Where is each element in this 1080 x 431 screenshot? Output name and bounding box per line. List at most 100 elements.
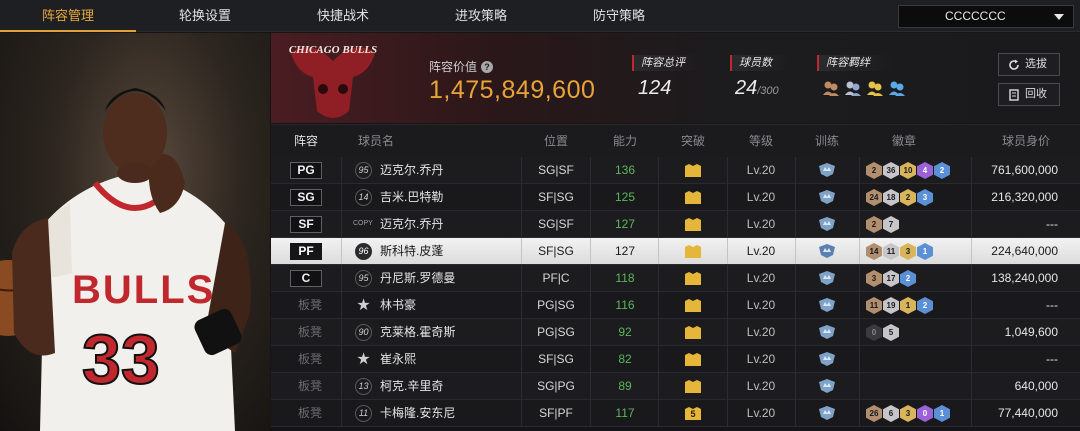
badge-icon[interactable]: 6 — [883, 405, 899, 422]
badge-icon[interactable]: 11 — [883, 243, 899, 260]
training-icon[interactable] — [818, 325, 836, 339]
badge-icon[interactable]: 1 — [917, 243, 933, 260]
badge-icon[interactable]: 2 — [900, 270, 916, 287]
badge-icon[interactable]: 19 — [883, 297, 899, 314]
badge-icon[interactable]: 4 — [917, 162, 933, 179]
training-icon[interactable] — [818, 190, 836, 204]
badge-icon[interactable]: 1 — [900, 297, 916, 314]
col-training[interactable]: 训练 — [795, 125, 859, 158]
col-position[interactable]: 位置 — [521, 125, 591, 158]
breakthrough-crown-icon[interactable] — [685, 164, 701, 177]
overall-value: 124 — [638, 77, 672, 99]
training-icon[interactable] — [818, 352, 836, 366]
table-row[interactable]: 板凳 ★ 林书豪 PG|SG 116 Lv.20 11 19 1 2 --- — [271, 292, 1080, 319]
table-row[interactable]: PF 96 斯科特.皮蓬 SF|SG 127 Lv.20 14 11 3 1 224,640,000 — [271, 238, 1080, 265]
table-row[interactable]: PG 95 迈克尔.乔丹 SG|SF 136 Lv.20 2 36 10 4 2 761,600,00… — [271, 157, 1080, 184]
training-icon[interactable] — [818, 217, 836, 231]
training-icon[interactable] — [818, 298, 836, 312]
bond-icon-blue[interactable] — [888, 79, 906, 97]
badge-icon[interactable]: 14 — [866, 243, 882, 260]
breakthrough-crown-icon[interactable] — [685, 353, 701, 366]
badge-icon[interactable]: 2 — [900, 189, 916, 206]
tab-rotation[interactable]: 轮换设置 — [136, 0, 274, 32]
badge-icon[interactable]: 2 — [866, 162, 882, 179]
tab-quick-tactics[interactable]: 快捷战术 — [274, 0, 412, 32]
player-name[interactable]: 迈克尔.乔丹 — [380, 211, 443, 237]
breakthrough-crown-icon[interactable]: 5 — [685, 407, 701, 420]
badge-icon[interactable]: 5 — [883, 324, 899, 341]
breakthrough-crown-icon[interactable] — [685, 191, 701, 204]
breakthrough-crown-icon[interactable] — [685, 218, 701, 231]
badge-icon[interactable]: 2 — [866, 216, 882, 233]
badge-icon[interactable]: 3 — [917, 189, 933, 206]
table-row[interactable]: SG 14 吉米.巴特勒 SF|SG 125 Lv.20 24 18 2 3 216,320,000 — [271, 184, 1080, 211]
badge-icon[interactable]: 18 — [883, 189, 899, 206]
player-name[interactable]: 林书豪 — [380, 292, 416, 318]
table-row[interactable]: 板凳 90 克莱格.霍奇斯 PG|SG 92 Lv.20 0 5 1,049,600 — [271, 319, 1080, 346]
player-position: SG|SF — [538, 217, 574, 231]
player-level: Lv.20 — [746, 163, 776, 177]
badge-icon[interactable]: 17 — [883, 270, 899, 287]
select-button[interactable]: 选拔 — [998, 53, 1060, 76]
col-badges[interactable]: 徽章 — [859, 125, 949, 158]
training-icon[interactable] — [818, 163, 836, 177]
player-name[interactable]: 丹尼斯.罗德曼 — [380, 265, 455, 291]
player-name[interactable]: 克莱格.霍奇斯 — [380, 319, 455, 345]
tab-offense[interactable]: 进攻策略 — [412, 0, 550, 32]
col-breakthrough[interactable]: 突破 — [658, 125, 728, 158]
table-row[interactable]: 板凳 13 柯克.辛里奇 SG|PG 89 Lv.20 640,000 — [271, 373, 1080, 400]
recall-button[interactable]: 回收 — [998, 83, 1060, 106]
badge-icon[interactable]: 26 — [866, 405, 882, 422]
player-name[interactable]: 崔永熙 — [380, 346, 416, 372]
breakthrough-crown-icon[interactable] — [685, 299, 701, 312]
badge-icon[interactable]: 3 — [866, 270, 882, 287]
col-player-name[interactable]: 球员名 — [341, 125, 411, 158]
column-divider — [341, 373, 342, 399]
col-ability[interactable]: 能力 — [590, 125, 660, 158]
player-name[interactable]: 吉米.巴特勒 — [380, 184, 443, 210]
player-name[interactable]: 迈克尔.乔丹 — [380, 157, 443, 183]
badge-icon[interactable]: 3 — [900, 243, 916, 260]
breakthrough-crown-icon[interactable] — [685, 272, 701, 285]
tab-lineup[interactable]: 阵容管理 — [0, 0, 136, 32]
breakthrough-crown-icon[interactable] — [685, 326, 701, 339]
badge-icon[interactable]: 24 — [866, 189, 882, 206]
jersey-number: 95 — [355, 270, 372, 287]
training-icon[interactable] — [818, 244, 836, 258]
badge-icon[interactable]: 11 — [866, 297, 882, 314]
help-icon[interactable]: ? — [481, 61, 494, 73]
logo-text: CHICAGO BULLS — [289, 44, 377, 56]
badge-icon[interactable]: 7 — [883, 216, 899, 233]
player-name[interactable]: 斯科特.皮蓬 — [380, 238, 443, 264]
bond-icon-gold[interactable] — [866, 79, 884, 97]
badge-icon[interactable]: 10 — [900, 162, 916, 179]
bond-icon-bronze[interactable] — [822, 79, 840, 97]
table-row[interactable]: 板凳 ★ 崔永熙 SF|SG 82 Lv.20 --- — [271, 346, 1080, 373]
training-icon[interactable] — [818, 379, 836, 393]
column-divider — [795, 319, 796, 345]
player-name[interactable]: 卡梅隆.安东尼 — [380, 400, 455, 426]
training-icon[interactable] — [818, 271, 836, 285]
badge-icon[interactable]: 0 — [917, 405, 933, 422]
table-row[interactable]: SF COPY 迈克尔.乔丹 SG|SF 127 Lv.20 2 7 --- — [271, 211, 1080, 238]
table-row[interactable]: 板凳 11 卡梅隆.安东尼 SF|PF 117 5 Lv.20 26 6 3 0 1 77,440,00… — [271, 400, 1080, 427]
badge-icon[interactable]: 1 — [934, 405, 950, 422]
badge-icon[interactable]: 2 — [934, 162, 950, 179]
badge-icon[interactable]: 3 — [900, 405, 916, 422]
col-level[interactable]: 等级 — [727, 125, 795, 158]
team-dropdown[interactable]: CCCCCCC — [898, 5, 1074, 28]
col-lineup[interactable]: 阵容 — [271, 125, 341, 158]
training-icon[interactable] — [818, 406, 836, 420]
breakthrough-crown-icon[interactable] — [685, 380, 701, 393]
slot-position-badge: PF — [290, 243, 322, 260]
badge-icon[interactable]: 36 — [883, 162, 899, 179]
badge-icon[interactable]: 0 — [866, 324, 882, 341]
breakthrough-crown-icon[interactable] — [685, 245, 701, 258]
bond-icon-silver[interactable] — [844, 79, 862, 97]
badge-icon[interactable]: 2 — [917, 297, 933, 314]
player-name[interactable]: 柯克.辛里奇 — [380, 373, 443, 399]
player-level: Lv.20 — [746, 298, 776, 312]
tab-defense[interactable]: 防守策略 — [550, 0, 688, 32]
table-row[interactable]: C 95 丹尼斯.罗德曼 PF|C 118 Lv.20 3 17 2 138,240,000 — [271, 265, 1080, 292]
col-value[interactable]: 球员身价 — [971, 125, 1080, 158]
